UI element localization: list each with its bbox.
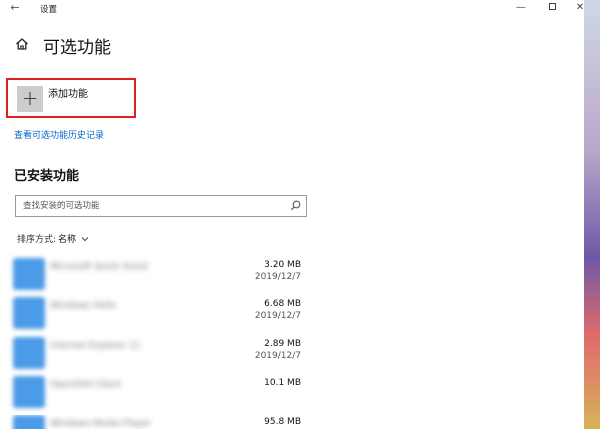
back-button[interactable]: ← bbox=[7, 1, 23, 15]
desktop-background-edge bbox=[584, 0, 600, 429]
search-icon[interactable] bbox=[289, 199, 302, 212]
feature-size: 6.68 MB bbox=[264, 299, 301, 309]
feature-name: Windows Media Player bbox=[50, 419, 151, 429]
feature-size: 95.8 MB bbox=[264, 417, 301, 427]
chevron-down-icon bbox=[81, 236, 89, 241]
feature-date: 2019/12/7 bbox=[254, 311, 301, 321]
maximize-icon bbox=[548, 2, 556, 10]
feature-name: Windows Hello bbox=[50, 301, 116, 311]
feature-icon bbox=[13, 297, 45, 329]
home-icon[interactable] bbox=[14, 36, 30, 52]
sort-value: 名称 bbox=[58, 235, 77, 245]
feature-name: OpenSSH Client bbox=[50, 380, 122, 390]
installed-features-title: 已安装功能 bbox=[14, 169, 80, 184]
feature-name: Internet Explorer 11 bbox=[50, 341, 141, 351]
window-title: 设置 bbox=[40, 5, 58, 15]
settings-window: ← 设置 — ✕ 可选功能 + 添加功能 查看可选功能历史记录 已安装功能 排序… bbox=[0, 0, 600, 429]
feature-icon bbox=[13, 337, 45, 369]
feature-size: 10.1 MB bbox=[264, 378, 301, 388]
feature-icon bbox=[13, 258, 45, 290]
plus-icon: + bbox=[17, 86, 43, 112]
feature-item[interactable]: Microsoft Quick Assist 3.20 MB 2019/12/7 bbox=[0, 258, 320, 296]
sort-dropdown[interactable]: 排序方式: 名称 bbox=[17, 232, 89, 245]
maximize-button[interactable] bbox=[543, 1, 561, 15]
feature-icon bbox=[13, 415, 45, 429]
add-feature-label: 添加功能 bbox=[48, 89, 88, 100]
search-input[interactable] bbox=[23, 199, 283, 213]
title-bar: ← 设置 — ✕ bbox=[0, 0, 584, 18]
feature-icon bbox=[13, 376, 45, 408]
feature-item[interactable]: Internet Explorer 11 2.89 MB 2019/12/7 bbox=[0, 337, 320, 375]
feature-item[interactable]: OpenSSH Client 10.1 MB bbox=[0, 376, 320, 414]
feature-item[interactable]: Windows Hello 6.68 MB 2019/12/7 bbox=[0, 297, 320, 335]
minimize-button[interactable]: — bbox=[512, 1, 530, 15]
feature-date: 2019/12/7 bbox=[254, 351, 301, 361]
feature-date: 2019/12/7 bbox=[254, 272, 301, 282]
feature-size: 3.20 MB bbox=[264, 260, 301, 270]
page-title: 可选功能 bbox=[43, 38, 111, 58]
feature-history-link[interactable]: 查看可选功能历史记录 bbox=[14, 128, 104, 141]
feature-item[interactable]: Windows Media Player 95.8 MB bbox=[0, 415, 320, 429]
feature-name: Microsoft Quick Assist bbox=[50, 262, 149, 272]
sort-label: 排序方式: bbox=[17, 235, 57, 245]
search-box[interactable] bbox=[15, 195, 307, 217]
add-feature-button[interactable]: + 添加功能 bbox=[6, 78, 136, 118]
feature-size: 2.89 MB bbox=[264, 339, 301, 349]
